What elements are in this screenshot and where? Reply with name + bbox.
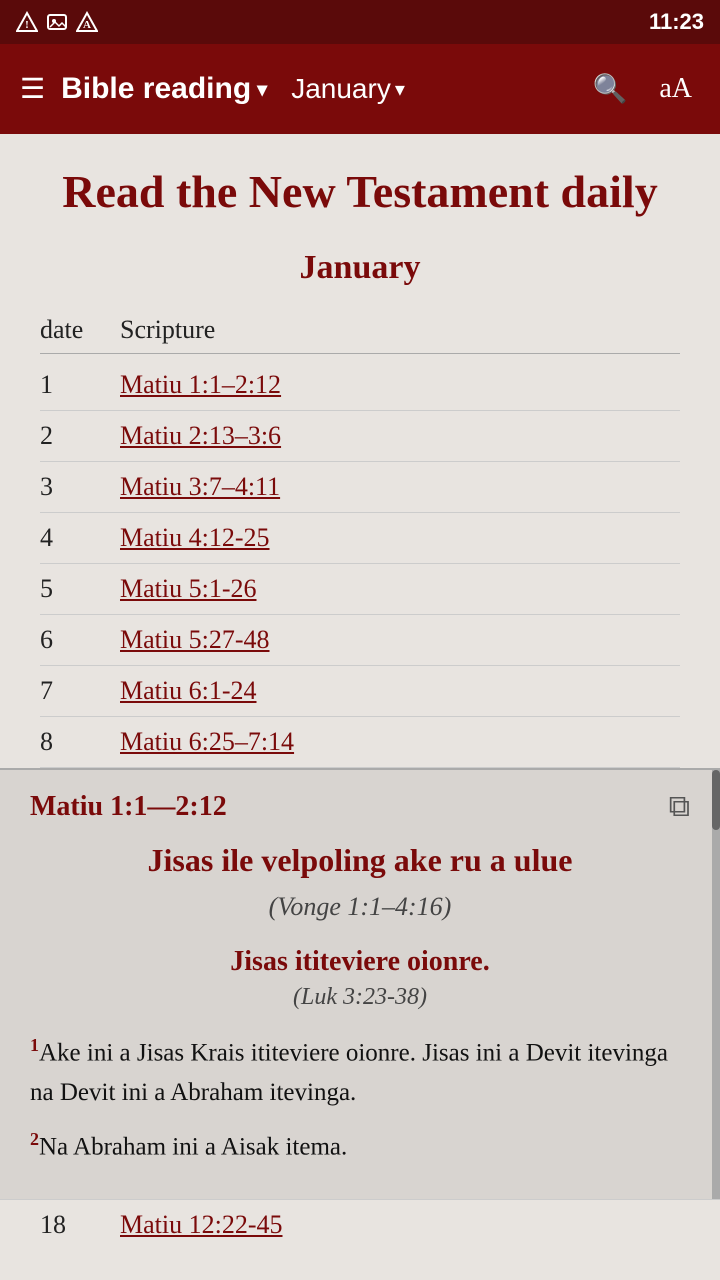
reading-day-num: 3 [40, 472, 120, 502]
reading-scripture-link[interactable]: Matiu 5:1-26 [120, 574, 257, 604]
month-selector[interactable]: January ▾ [291, 73, 405, 105]
reading-scripture-link[interactable]: Matiu 2:13–3:6 [120, 421, 281, 451]
section-heading: Jisas ititeviere oionre. [30, 946, 690, 978]
reading-row: 6Matiu 5:27-48 [40, 615, 680, 666]
verse-text: 2Na Abraham ini a Aisak itema. [30, 1125, 690, 1167]
reading-row: 5Matiu 5:1-26 [40, 564, 680, 615]
reading-day-num: 1 [40, 370, 120, 400]
reading-scripture-link[interactable]: Matiu 4:12-25 [120, 523, 270, 553]
verse-list: 1Ake ini a Jisas Krais ititeviere oionre… [30, 1031, 690, 1168]
image-icon [46, 11, 68, 33]
reading-day-num: 6 [40, 625, 120, 655]
table-header: date Scripture [40, 307, 680, 354]
bottom-reading-link[interactable]: Matiu 12:22-45 [120, 1210, 283, 1240]
month-dropdown-icon[interactable]: ▾ [395, 77, 405, 102]
reading-row: 3Matiu 3:7–4:11 [40, 462, 680, 513]
scroll-indicator[interactable] [712, 770, 720, 1199]
month-heading: January [40, 249, 680, 287]
reading-day-num: 7 [40, 676, 120, 706]
svg-text:!: ! [25, 19, 29, 31]
col-scripture-header: Scripture [120, 315, 215, 345]
status-icons: ! A [16, 11, 98, 33]
section-ref: (Luk 3:23-38) [30, 984, 690, 1011]
bottom-panel: Matiu 1:1—2:12 ⧉ Jisas ile velpoling ake… [0, 768, 720, 1199]
open-external-icon[interactable]: ⧉ [669, 790, 690, 824]
font-size-button[interactable]: aA [651, 69, 700, 109]
reading-row: 2Matiu 2:13–3:6 [40, 411, 680, 462]
reading-day-num: 4 [40, 523, 120, 553]
warning-icon: ! [16, 11, 38, 33]
scroll-thumb [712, 770, 720, 830]
notification-icon: A [76, 11, 98, 33]
passage-title: Jisas ile velpoling ake ru a ulue [30, 840, 690, 882]
panel-header: Matiu 1:1—2:12 ⧉ [30, 790, 690, 824]
menu-icon[interactable]: ☰ [20, 72, 45, 106]
svg-text:A: A [83, 19, 91, 31]
reading-scripture-link[interactable]: Matiu 6:1-24 [120, 676, 257, 706]
bottom-day-num: 18 [40, 1210, 120, 1240]
page-title: Read the New Testament daily [40, 164, 680, 219]
app-title[interactable]: Bible reading ▾ [61, 72, 267, 106]
reading-scripture-link[interactable]: Matiu 3:7–4:11 [120, 472, 280, 502]
reading-row: 8Matiu 6:25–7:14 [40, 717, 680, 768]
reading-row: 1Matiu 1:1–2:12 [40, 360, 680, 411]
reading-scripture-link[interactable]: Matiu 5:27-48 [120, 625, 270, 655]
reading-day-num: 8 [40, 727, 120, 757]
toolbar: ☰ Bible reading ▾ January ▾ 🔍 aA [0, 44, 720, 134]
reading-day-num: 2 [40, 421, 120, 451]
reading-row: 7Matiu 6:1-24 [40, 666, 680, 717]
search-icon[interactable]: 🔍 [584, 68, 635, 110]
bottom-reading-row: 18 Matiu 12:22-45 [0, 1199, 720, 1250]
reading-row: 4Matiu 4:12-25 [40, 513, 680, 564]
reading-scripture-link[interactable]: Matiu 1:1–2:12 [120, 370, 281, 400]
status-time: 11:23 [649, 9, 704, 35]
col-date-header: date [40, 315, 120, 345]
reading-scripture-link[interactable]: Matiu 6:25–7:14 [120, 727, 294, 757]
main-content: Read the New Testament daily January dat… [0, 134, 720, 768]
reading-list: 1Matiu 1:1–2:122Matiu 2:13–3:63Matiu 3:7… [40, 360, 680, 768]
passage-subtitle: (Vonge 1:1–4:16) [30, 892, 690, 922]
verse-text: 1Ake ini a Jisas Krais ititeviere oionre… [30, 1031, 690, 1113]
reading-day-num: 5 [40, 574, 120, 604]
status-bar: ! A 11:23 [0, 0, 720, 44]
panel-ref: Matiu 1:1—2:12 [30, 791, 227, 823]
title-dropdown-icon[interactable]: ▾ [257, 77, 267, 102]
